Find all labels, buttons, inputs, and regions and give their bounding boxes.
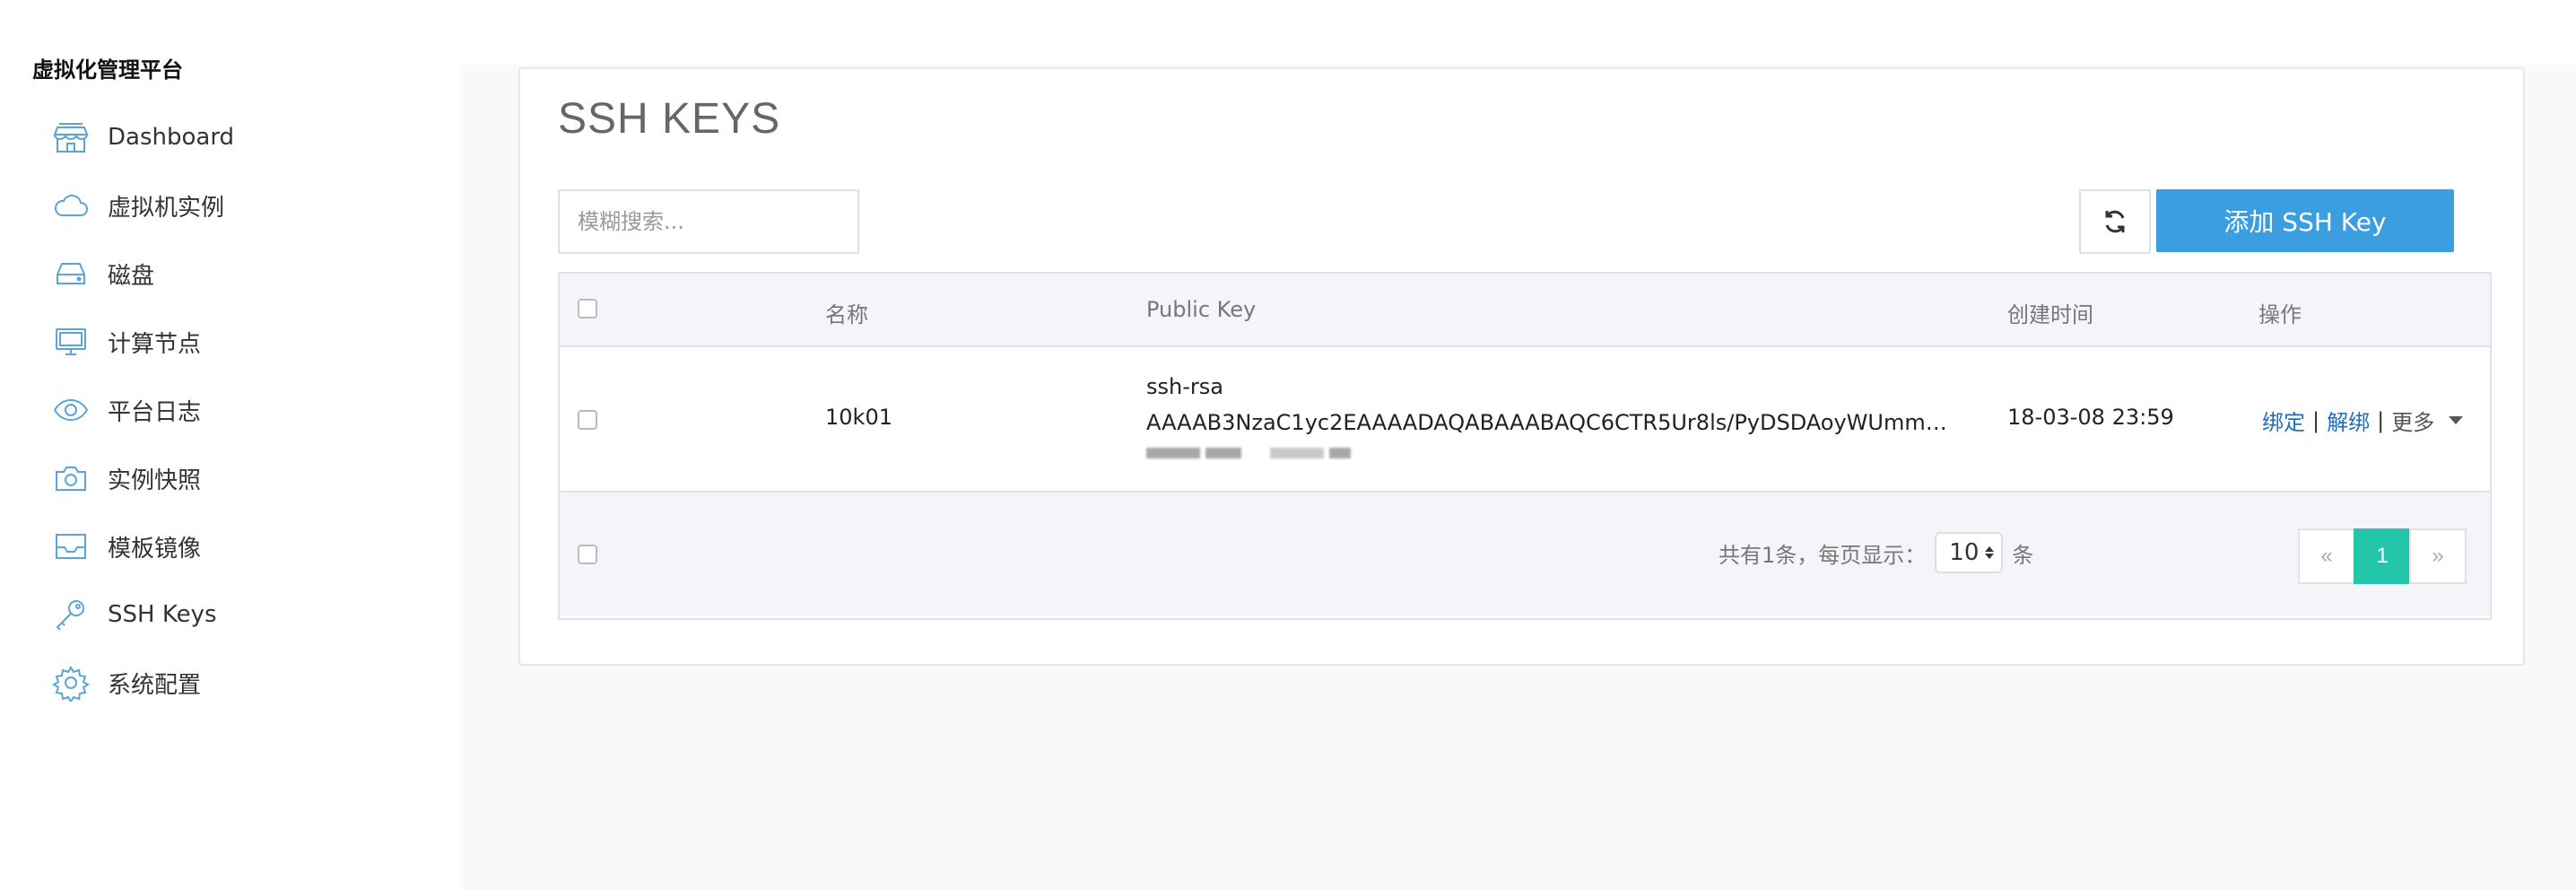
sidebar-item-label: 计算节点 [108, 330, 202, 358]
refresh-button[interactable] [2079, 189, 2151, 254]
public-key-cell: ssh-rsa AAAAB3NzaC1yc2EAAAADAQABAAABAQC6… [1146, 369, 1954, 458]
table-row: 10k01 ssh-rsa AAAAB3NzaC1yc2EAAAADAQABAA… [560, 347, 2490, 493]
key-type: ssh-rsa [1146, 374, 1223, 399]
ssh-keys-table: 名称 Public Key 创建时间 操作 10k01 ssh-rsa AAAA… [558, 272, 2492, 620]
disk-icon [52, 255, 90, 292]
gear-icon [52, 664, 90, 703]
table-footer: 共有1条，每页显示： 10 条 « 1 » [560, 493, 2490, 616]
key-body: AAAAB3NzaC1yc2EAAAADAQABAAABAQC6CTR5Ur8l… [1146, 410, 1954, 435]
monitor-icon [52, 323, 90, 361]
unbind-link[interactable]: 解绑 [2327, 405, 2370, 436]
cloud-icon [52, 187, 90, 224]
row-checkbox[interactable] [578, 410, 597, 430]
camera-icon [52, 459, 90, 497]
header-name: 名称 [825, 302, 868, 327]
footer-checkbox[interactable] [578, 545, 597, 564]
store-icon [52, 118, 90, 156]
spinner-icon [1985, 546, 1995, 559]
inbox-icon [52, 528, 90, 565]
page-button-current[interactable]: 1 [2354, 528, 2411, 584]
pagination: « 1 » [2298, 528, 2467, 584]
sidebar-item-dashboard[interactable]: Dashboard [0, 103, 463, 171]
search-input[interactable] [558, 189, 859, 254]
prev-page-button[interactable]: « [2298, 528, 2355, 584]
divider: | [2377, 407, 2385, 433]
add-ssh-key-button[interactable]: 添加 SSH Key [2156, 189, 2454, 252]
sidebar-item-label: 平台日志 [108, 398, 202, 426]
brand-title: 虚拟化管理平台 [32, 57, 183, 83]
sidebar-item-instances[interactable]: 虚拟机实例 [0, 171, 463, 240]
eye-icon [52, 391, 90, 429]
select-all-checkbox[interactable] [578, 299, 597, 318]
sidebar-item-logs[interactable]: 平台日志 [0, 376, 463, 444]
divider: | [2312, 407, 2320, 433]
page-title: SSH KEYS [558, 95, 781, 143]
row-actions: 绑定 | 解绑 | 更多 [2262, 405, 2464, 436]
created-time: 18-03-08 23:59 [2007, 405, 2174, 430]
table-header: 名称 Public Key 创建时间 操作 [560, 274, 2490, 347]
chevron-down-icon[interactable] [2449, 416, 2464, 424]
sidebar-item-label: Dashboard [108, 124, 235, 151]
bind-link[interactable]: 绑定 [2262, 405, 2305, 436]
header-public-key: Public Key [1146, 297, 1257, 322]
sidebar-item-label: 系统配置 [108, 671, 202, 699]
sidebar: 虚拟化管理平台 Dashboard 虚拟机实例 磁盘 计算节点 平台日志 实例快… [0, 0, 463, 890]
next-page-button[interactable]: » [2409, 528, 2467, 584]
key-icon [52, 596, 90, 633]
header-created: 创建时间 [2007, 302, 2093, 327]
redacted-text [1146, 448, 1954, 458]
sidebar-item-label: 磁盘 [108, 262, 155, 290]
ssh-keys-panel: SSH KEYS 添加 SSH Key 名称 Public Key 创建时间 操… [518, 67, 2525, 666]
sidebar-item-templates[interactable]: 模板镜像 [0, 512, 463, 580]
sidebar-nav: Dashboard 虚拟机实例 磁盘 计算节点 平台日志 实例快照 模板镜像 S… [0, 103, 463, 717]
key-name: 10k01 [825, 405, 892, 430]
pagination-info: 共有1条，每页显示： 10 条 [1719, 532, 2033, 573]
sidebar-item-label: 实例快照 [108, 467, 202, 494]
header-actions: 操作 [2258, 302, 2302, 327]
sidebar-item-disk[interactable]: 磁盘 [0, 240, 463, 308]
page-size-unit: 条 [2012, 542, 2034, 568]
sidebar-item-label: 虚拟机实例 [108, 194, 225, 222]
total-text: 共有1条，每页显示： [1719, 542, 1927, 568]
page-size-select[interactable]: 10 [1935, 532, 2004, 573]
sidebar-item-label: SSH Keys [108, 601, 217, 628]
refresh-icon [2105, 210, 2125, 233]
sidebar-item-label: 模板镜像 [108, 535, 202, 563]
main-content: SSH KEYS 添加 SSH Key 名称 Public Key 创建时间 操… [463, 65, 2576, 890]
sidebar-item-ssh-keys[interactable]: SSH Keys [0, 580, 463, 649]
sidebar-item-snapshots[interactable]: 实例快照 [0, 444, 463, 512]
sidebar-item-compute-nodes[interactable]: 计算节点 [0, 308, 463, 376]
page-size-value: 10 [1949, 539, 1980, 566]
more-label: 更多 [2391, 410, 2435, 435]
more-dropdown[interactable]: 更多 [2391, 405, 2434, 436]
sidebar-item-settings[interactable]: 系统配置 [0, 649, 463, 717]
